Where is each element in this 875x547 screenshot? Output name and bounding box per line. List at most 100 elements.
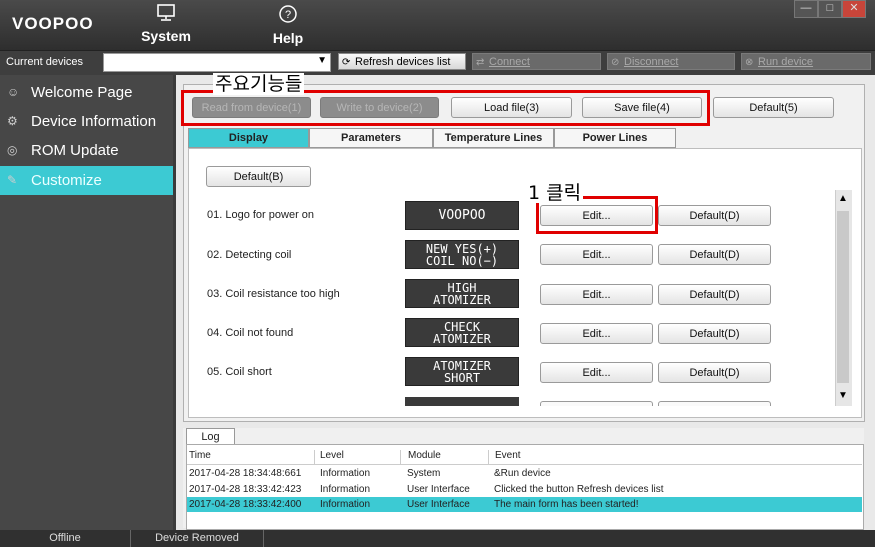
lcd-line: ATOMIZER xyxy=(433,332,491,346)
log-header-module[interactable]: Module xyxy=(408,450,489,464)
default-d-button[interactable]: Default(D) xyxy=(658,244,771,265)
lcd-line: ATOMIZER xyxy=(433,293,491,307)
default-d-button[interactable]: Default(D) xyxy=(658,362,771,383)
smiley-icon: ☺ xyxy=(7,85,20,99)
log-cell-level: Information xyxy=(320,499,371,510)
sidebar-item-device-information[interactable]: ⚙ Device Information xyxy=(0,107,173,136)
default-d-button[interactable]: Default(D) xyxy=(658,205,771,226)
tab-display[interactable]: Display xyxy=(188,128,309,148)
tab-log[interactable]: Log xyxy=(186,428,235,445)
log-cell-level: Information xyxy=(320,484,371,495)
log-header-divider xyxy=(187,464,862,465)
display-row-label: 01. Logo for power on xyxy=(207,209,315,221)
svg-text:?: ? xyxy=(285,9,291,21)
display-row-label: 03. Coil resistance too high xyxy=(207,288,340,300)
display-row-label: 02. Detecting coil xyxy=(207,249,292,261)
title-bar xyxy=(0,0,875,50)
refresh-devices-label: Refresh devices list xyxy=(355,56,451,68)
default-button-partial xyxy=(658,401,771,406)
log-cell-module: System xyxy=(407,468,441,479)
edit-button[interactable]: Edit... xyxy=(540,362,653,383)
scrollbar-thumb[interactable] xyxy=(837,211,849,383)
log-cell-module: User Interface xyxy=(407,484,470,495)
default-d-button[interactable]: Default(D) xyxy=(658,284,771,305)
menu-help[interactable]: ? Help xyxy=(264,0,312,50)
log-cell-level: Information xyxy=(320,468,371,479)
lcd-preview: CHECK ATOMIZER xyxy=(405,318,519,347)
log-header-level[interactable]: Level xyxy=(320,450,401,464)
log-header-time[interactable]: Time xyxy=(189,450,315,464)
minimize-button[interactable]: — xyxy=(794,0,818,18)
disconnect-label: Disconnect xyxy=(624,56,679,68)
refresh-devices-button[interactable]: ⟳ Refresh devices list xyxy=(338,53,466,70)
lcd-preview: NEW YES(+) COIL NO(−) xyxy=(405,240,519,269)
scroll-up-icon[interactable]: ▲ xyxy=(836,192,850,206)
run-device-label: Run device xyxy=(758,56,814,68)
connect-icon: ⇄ xyxy=(476,57,485,68)
lcd-line: VOOPOO xyxy=(438,208,486,223)
click-annotation: 1 클릭 xyxy=(526,182,584,204)
disc-icon: ◎ xyxy=(7,143,18,157)
connect-button[interactable]: ⇄ Connect xyxy=(472,53,601,70)
sidebar-item-label: Customize xyxy=(31,172,102,189)
monitor-icon xyxy=(138,4,194,26)
run-icon: ⊗ xyxy=(745,57,754,68)
maximize-button[interactable]: □ xyxy=(818,0,842,18)
edit-button[interactable]: Edit... xyxy=(540,244,653,265)
sidebar-item-label: Welcome Page xyxy=(31,84,133,101)
current-devices-label: Current devices xyxy=(6,56,84,68)
log-cell-time: 2017-04-28 18:33:42:400 xyxy=(189,499,302,510)
lcd-line: COIL NO(−) xyxy=(425,254,499,268)
lcd-line: SHORT xyxy=(443,371,481,385)
log-header-event[interactable]: Event xyxy=(495,450,555,464)
run-device-button[interactable]: ⊗ Run device xyxy=(741,53,871,70)
default-5-button[interactable]: Default(5) xyxy=(713,97,834,118)
menu-system[interactable]: System xyxy=(138,0,194,50)
tab-power-lines[interactable]: Power Lines xyxy=(554,128,676,148)
display-row-label: 05. Coil short xyxy=(207,366,272,378)
tab-parameters[interactable]: Parameters xyxy=(309,128,433,148)
scroll-down-icon[interactable]: ▼ xyxy=(836,389,850,403)
disconnect-icon: ⊘ xyxy=(611,57,620,68)
edit-button-partial xyxy=(540,401,653,406)
log-cell-event: Clicked the button Refresh devices list xyxy=(494,484,664,495)
help-circle-icon: ? xyxy=(264,4,312,28)
disconnect-button[interactable]: ⊘ Disconnect xyxy=(607,53,735,70)
tab-temperature-lines[interactable]: Temperature Lines xyxy=(433,128,554,148)
log-cell-time: 2017-04-28 18:33:42:423 xyxy=(189,484,302,495)
connect-label: Connect xyxy=(489,56,530,68)
log-row[interactable]: 2017-04-28 18:33:42:423 Information User… xyxy=(187,482,862,497)
log-cell-module: User Interface xyxy=(407,499,470,510)
gear-icon: ⚙ xyxy=(7,114,18,128)
sidebar-item-label: Device Information xyxy=(31,113,157,130)
status-device: Device Removed xyxy=(131,530,264,547)
menu-system-label: System xyxy=(141,28,191,44)
log-row-selected[interactable]: 2017-04-28 18:33:42:400 Information User… xyxy=(187,497,862,512)
close-button[interactable]: ✕ xyxy=(842,0,866,18)
log-row[interactable]: 2017-04-28 18:34:48:661 Information Syst… xyxy=(187,466,862,481)
main-functions-highlight xyxy=(181,90,710,126)
edit-button[interactable]: Edit... xyxy=(540,323,653,344)
default-d-button[interactable]: Default(D) xyxy=(658,323,771,344)
chevron-down-icon: ▼ xyxy=(317,55,327,66)
menu-help-label: Help xyxy=(272,30,304,46)
lcd-preview: ATOMIZER SHORT xyxy=(405,357,519,386)
sidebar-item-rom-update[interactable]: ◎ ROM Update xyxy=(0,136,173,165)
default-b-button[interactable]: Default(B) xyxy=(206,166,311,187)
display-row-label: 04. Coil not found xyxy=(207,327,294,339)
log-cell-time: 2017-04-28 18:34:48:661 xyxy=(189,468,302,479)
sidebar-item-customize[interactable]: ✎ Customize xyxy=(0,166,173,195)
log-cell-event: The main form has been started! xyxy=(494,499,639,510)
status-connection: Offline xyxy=(0,530,131,547)
sidebar-item-welcome[interactable]: ☺ Welcome Page xyxy=(0,78,173,107)
main-functions-annotation: 주요기능들 xyxy=(213,73,305,95)
log-cell-event: &Run device xyxy=(494,468,551,479)
edit-button[interactable]: Edit... xyxy=(540,284,653,305)
lcd-preview: VOOPOO xyxy=(405,201,519,230)
app-logo: VOOPOO xyxy=(12,14,94,33)
device-select[interactable]: ▼ xyxy=(103,53,331,72)
lcd-preview: HIGH ATOMIZER xyxy=(405,279,519,308)
lcd-preview-partial xyxy=(405,397,519,406)
sidebar-item-label: ROM Update xyxy=(31,142,119,159)
refresh-icon: ⟳ xyxy=(342,57,351,68)
